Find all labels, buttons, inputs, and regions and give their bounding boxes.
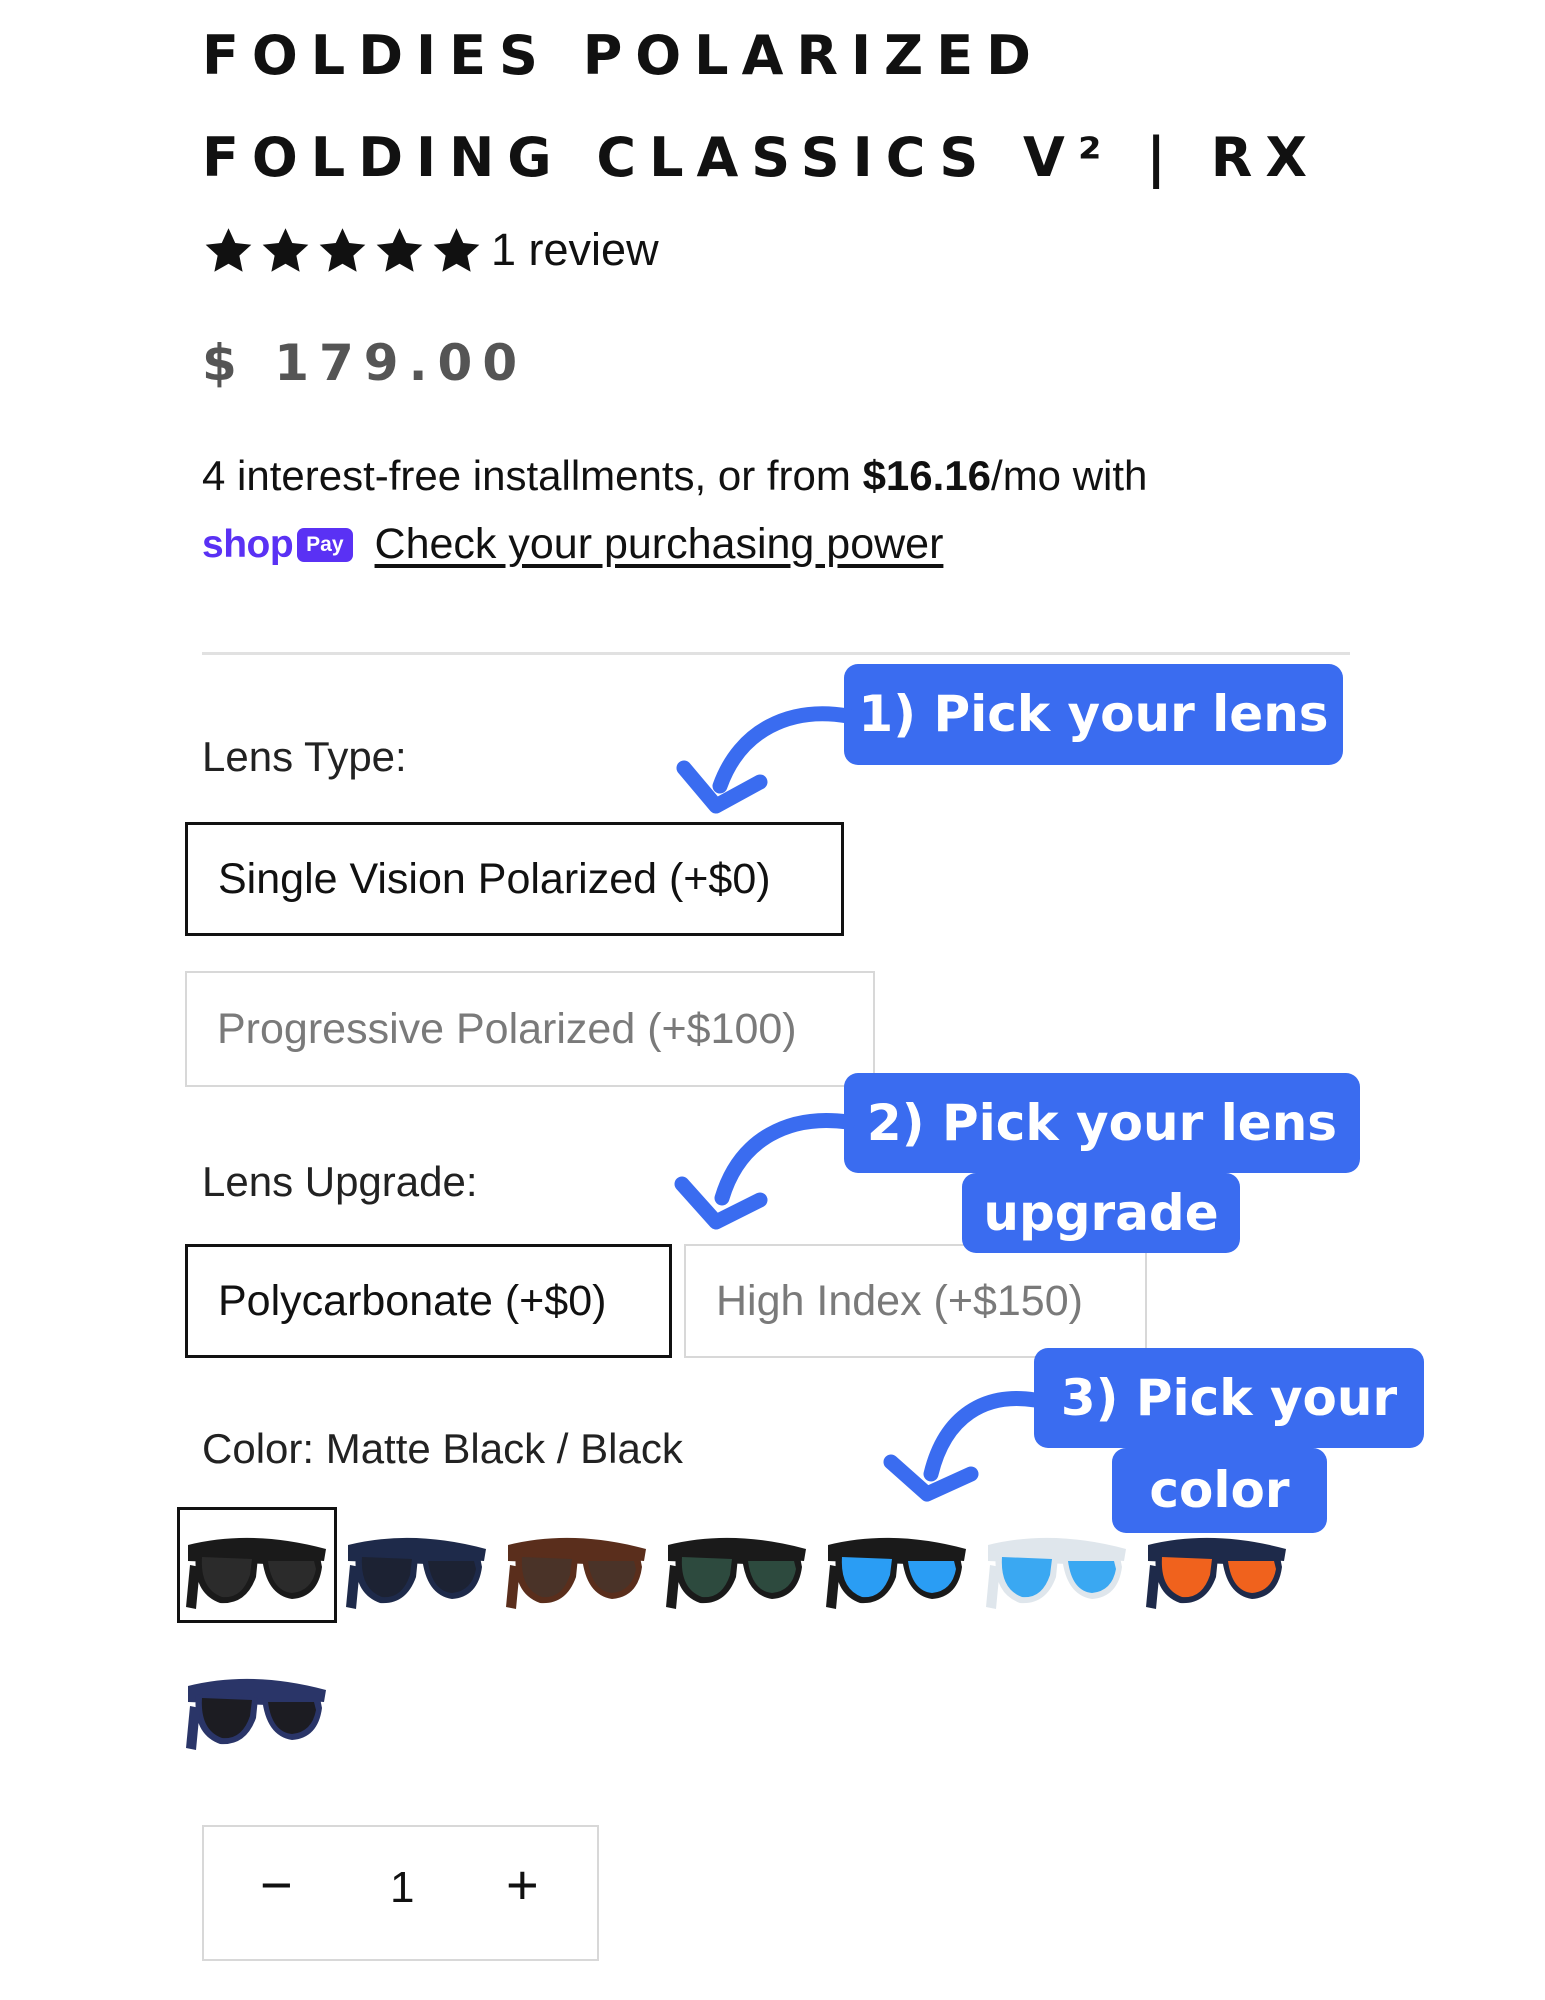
color-swatch[interactable] (497, 1507, 657, 1623)
lens-type-progressive-option[interactable]: Progressive Polarized (+$100) (185, 971, 875, 1087)
lens-upgrade-high-index-option[interactable]: High Index (+$150) (684, 1244, 1147, 1358)
sunglasses-navy-icon (346, 1537, 486, 1609)
star-icon (205, 228, 252, 272)
callout-step-2-line-2: upgrade (962, 1173, 1240, 1253)
product-title-line-2: FOLDING CLASSICS V² | RX (202, 126, 1321, 189)
color-swatch[interactable] (337, 1507, 497, 1623)
callout-step-2-line-1: 2) Pick your lens (844, 1073, 1360, 1173)
callout-arrow-1-icon (676, 706, 856, 814)
option-label: Progressive Polarized (+$100) (217, 1004, 797, 1053)
callout-step-3-line-1: 3) Pick your (1034, 1348, 1424, 1448)
star-icon (319, 228, 366, 272)
color-swatch[interactable] (657, 1507, 817, 1623)
installments-prefix: 4 interest-free installments, or from (202, 452, 863, 499)
lens-type-label: Lens Type: (202, 733, 407, 780)
shop-pay-badge: Pay (297, 527, 353, 562)
sunglasses-black-green-icon (666, 1537, 806, 1609)
star-icon (262, 228, 309, 272)
star-icon (433, 228, 480, 272)
installment-amount: $16.16 (862, 452, 992, 499)
rating-row[interactable]: 1 review (202, 222, 659, 278)
callout-arrow-3-icon (883, 1391, 1043, 1502)
sunglasses-black-blue-mirror-icon (826, 1537, 966, 1609)
color-swatch[interactable] (177, 1648, 337, 1764)
review-count[interactable]: 1 review (491, 224, 659, 276)
star-rating (202, 225, 483, 275)
check-purchasing-power-link[interactable]: Check your purchasing power (375, 520, 944, 569)
color-swatch[interactable] (817, 1507, 977, 1623)
option-label: High Index (+$150) (716, 1276, 1083, 1325)
installments-text: 4 interest-free installments, or from $1… (202, 452, 1147, 500)
lens-upgrade-polycarbonate-option[interactable]: Polycarbonate (+$0) (185, 1244, 672, 1358)
callout-step-3-line-2: color (1112, 1448, 1327, 1533)
lens-type-single-vision-option[interactable]: Single Vision Polarized (+$0) (185, 822, 844, 936)
sunglasses-matte-black-icon (186, 1537, 326, 1609)
color-label: Color: Matte Black / Black (202, 1425, 683, 1472)
option-label: Single Vision Polarized (+$0) (218, 854, 771, 903)
shop-pay-row: shop Pay Check your purchasing power (202, 520, 943, 569)
callout-step-1: 1) Pick your lens (844, 664, 1343, 765)
lens-upgrade-label: Lens Upgrade: (202, 1158, 478, 1205)
option-label: Polycarbonate (+$0) (218, 1276, 607, 1325)
star-icon (376, 228, 423, 272)
product-title-line-1: FOLDIES POLARIZED (202, 24, 1044, 87)
installments-suffix: /mo with (991, 452, 1148, 499)
quantity-value[interactable]: 1 (390, 1863, 414, 1913)
increase-quantity-button[interactable]: + (506, 1857, 539, 1913)
sunglasses-clear-blue-mirror-icon (986, 1537, 1126, 1609)
color-swatch[interactable] (177, 1507, 337, 1623)
divider (202, 652, 1350, 655)
shop-pay-logo: shop (202, 522, 294, 566)
decrease-quantity-button[interactable]: − (260, 1857, 293, 1913)
price: $ 179.00 (202, 334, 528, 392)
sunglasses-tortoise-brown-icon (506, 1537, 646, 1609)
quantity-stepper: − 1 + (202, 1825, 599, 1961)
callout-arrow-2-icon (674, 1113, 856, 1230)
sunglasses-blue-black-icon (186, 1678, 326, 1750)
